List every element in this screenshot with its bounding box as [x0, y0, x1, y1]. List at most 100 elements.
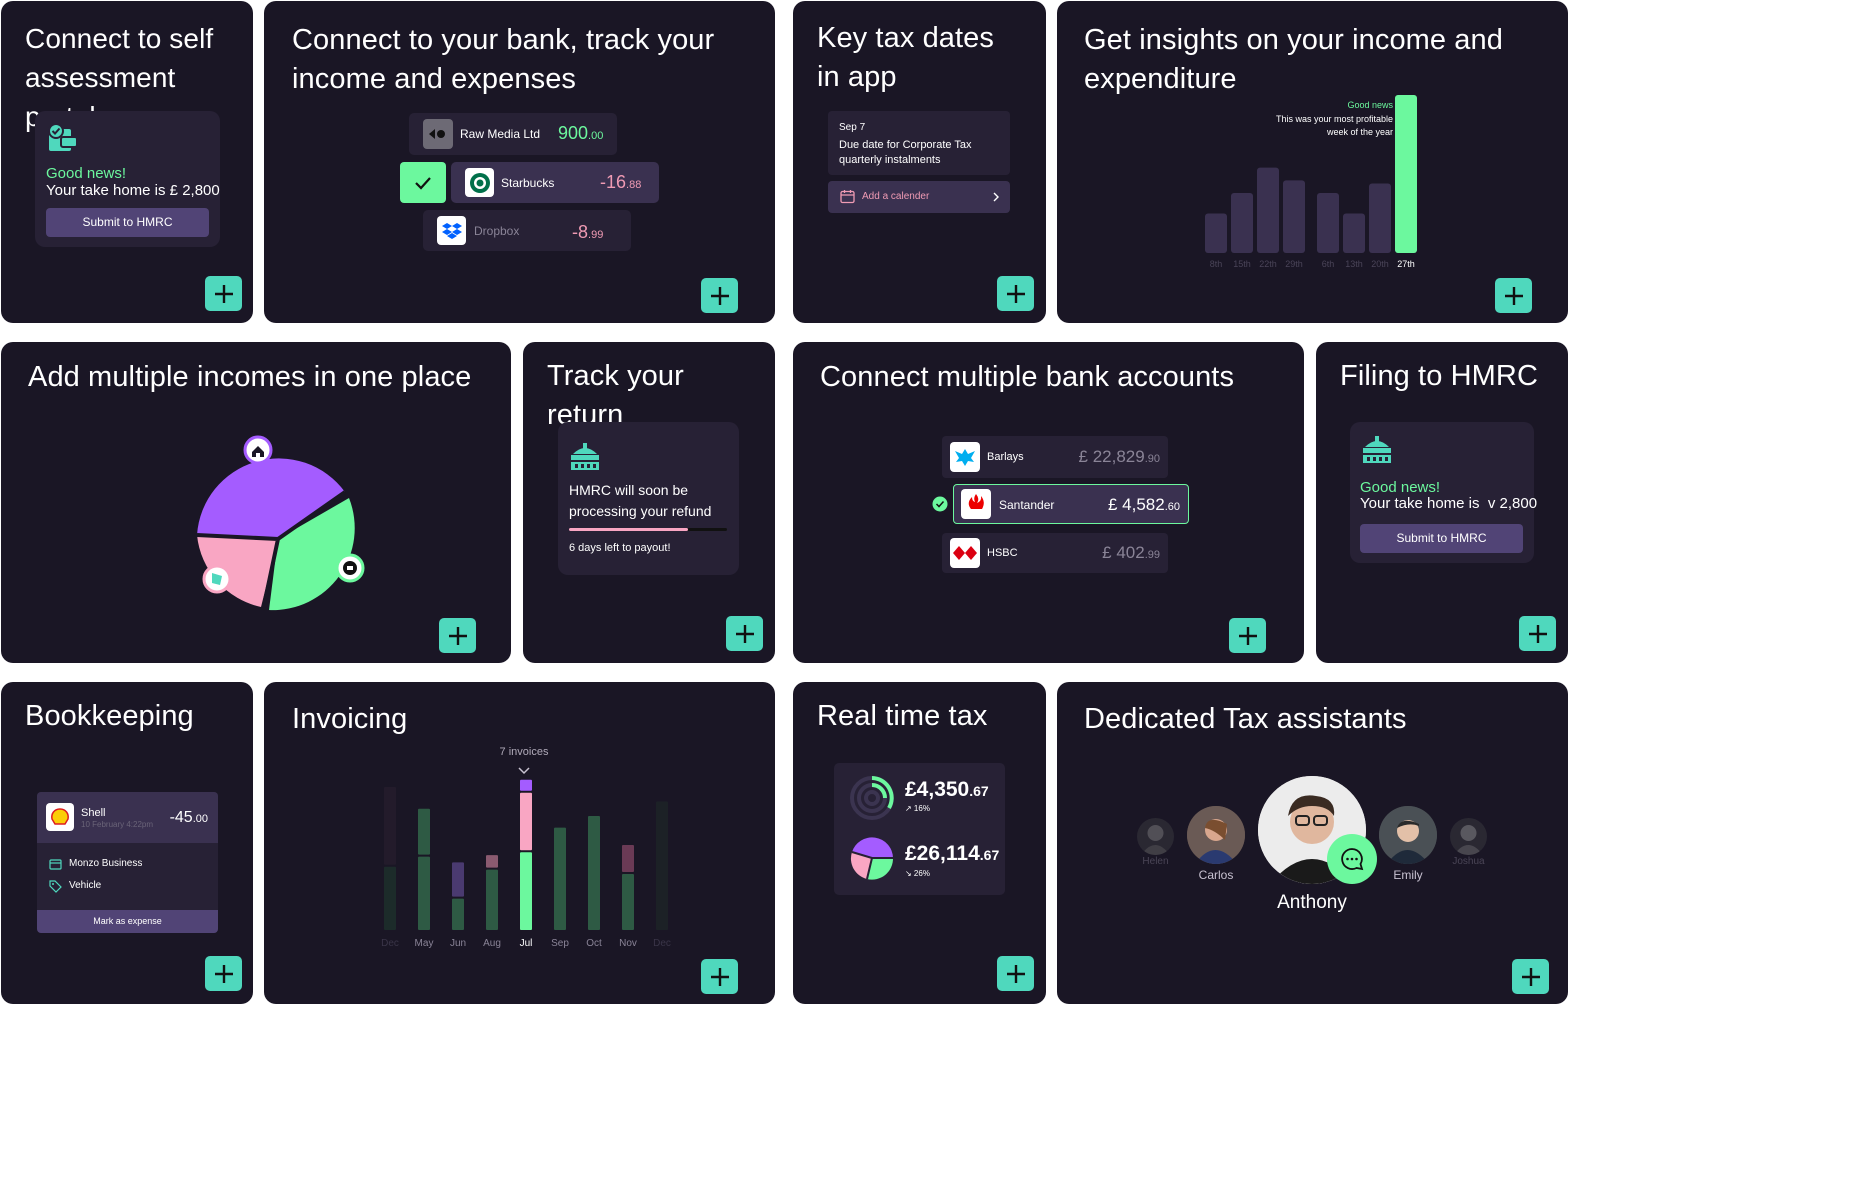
tick-label: Aug [483, 938, 501, 949]
tick-label: Sep [551, 938, 569, 949]
card-title: Add multiple incomes in one place [28, 361, 472, 393]
add-button[interactable] [701, 959, 738, 994]
plus-icon [1521, 967, 1540, 986]
transaction-name: Dropbox [474, 224, 520, 238]
add-button[interactable] [205, 956, 242, 991]
good-news-text: Good news! [46, 165, 127, 182]
card-title: Connect to your bank, track your income … [292, 24, 715, 95]
card-title: Key tax dates in app [817, 22, 995, 93]
submit-hmrc-button[interactable]: Submit to HMRC [46, 208, 209, 237]
deliveroo-badge [202, 564, 232, 594]
take-home-text: Your take home is v 2,800 [1360, 495, 1538, 512]
shell-logo [46, 803, 74, 831]
bank-amount: £ 4,582.60 [1107, 495, 1180, 514]
check-circle-icon [932, 496, 948, 512]
plus-icon [735, 624, 754, 643]
chart-bar-segment [520, 779, 532, 791]
tick-label: 20th [1371, 259, 1389, 269]
assistant-avatar[interactable] [1450, 818, 1487, 855]
assistant-avatar[interactable] [1187, 806, 1245, 864]
plus-icon [710, 286, 729, 305]
chart-bar [1257, 167, 1279, 253]
card-self-assessment: Connect to self assessment portal Good n… [1, 1, 253, 323]
account-name: Monzo Business [69, 858, 143, 869]
mark-expense-button[interactable]: Mark as expense [37, 910, 218, 933]
bank-account-row-selected[interactable]: Santander £ 4,582.60 [953, 484, 1189, 524]
tax-description: Due date for Corporate Tax quarterly ins… [839, 139, 972, 166]
add-button[interactable] [997, 276, 1034, 311]
tick-label: 13th [1345, 259, 1363, 269]
chevron-down-icon [518, 767, 530, 775]
shell-icon [51, 808, 69, 825]
card-title: Bookkeeping [25, 700, 194, 732]
transaction-row: Raw Media Ltd 900.00 [409, 113, 617, 155]
add-button[interactable] [1229, 618, 1266, 653]
person-icon [1141, 825, 1170, 855]
plus-icon [1238, 626, 1257, 645]
tax-stat-value: £26,114.67 [905, 842, 1000, 865]
add-button[interactable] [205, 276, 242, 311]
add-button[interactable] [997, 956, 1034, 991]
add-button[interactable] [1512, 959, 1549, 994]
add-button[interactable] [1495, 278, 1532, 313]
assistant-name: Emily [1393, 868, 1423, 882]
assistant-name: Joshua [1452, 856, 1485, 867]
card-title: Invoicing [292, 703, 408, 735]
check-badge[interactable] [400, 162, 446, 203]
add-calender-label: Add a calender [862, 191, 930, 202]
plus-icon [1006, 964, 1025, 983]
assistant-avatar[interactable] [1379, 806, 1437, 864]
expense-header: Shell 10 February 4:22pm -45.00 [37, 792, 218, 843]
card-title: Connect multiple bank accounts [820, 361, 1235, 393]
tick-label: Dec [653, 938, 671, 949]
tick-label: 6th [1322, 259, 1335, 269]
chart-bar-segment [384, 787, 396, 865]
payout-text: 6 days left to payout! [569, 542, 671, 554]
submit-hmrc-button[interactable]: Submit to HMRC [1360, 524, 1523, 553]
chat-button[interactable] [1327, 834, 1377, 884]
tick-label: 29th [1285, 259, 1303, 269]
take-home-panel: Good news! Your take home is £ 2,800 Sub… [35, 111, 220, 247]
card-insights: Get insights on your income and expendit… [1057, 1, 1568, 323]
transaction-amount: -16.88 [600, 172, 642, 192]
refund-panel: HMRC will soon be processing your refund… [558, 422, 739, 575]
refund-message: HMRC will soon be processing your refund [569, 482, 712, 519]
card-title: Get insights on your income and expendit… [1084, 24, 1503, 95]
chart-bar-segment [622, 874, 634, 930]
calendar-icon [840, 190, 855, 204]
card-tax-dates: Key tax dates in app Sep 7 Due date for … [793, 1, 1046, 323]
tick-label: 8th [1210, 259, 1223, 269]
add-button[interactable] [701, 278, 738, 313]
add-calender-button[interactable]: Add a calender [828, 181, 1010, 213]
wallet-check-icon [48, 123, 78, 151]
bank-account-row[interactable]: HSBC £ 402.99 [942, 533, 1168, 573]
flame-icon [968, 494, 984, 509]
good-news-text: Good news! [1360, 479, 1441, 496]
chart-bar-segment [656, 801, 668, 930]
invoice-annotation: 7 invoices [499, 746, 549, 758]
chart-bar-segment [384, 866, 396, 930]
barclays-logo [950, 442, 980, 472]
assistant-avatar[interactable] [1137, 818, 1174, 855]
tick-label: Dec [381, 938, 399, 949]
assistant-name: Carlos [1198, 868, 1234, 882]
tax-stat-change: ↘ 26% [905, 869, 930, 878]
tick-label: 27th [1397, 259, 1415, 269]
add-button[interactable] [726, 616, 763, 651]
home-badge [243, 435, 273, 465]
bank-account-row[interactable]: Barlays £ 22,829.90 [942, 436, 1168, 478]
raw-media-logo [423, 119, 453, 149]
tick-label: Oct [586, 938, 602, 949]
chat-bubble-icon [1341, 848, 1364, 871]
take-home-text: Your take home is £ 2,800 [46, 182, 220, 199]
person-icon [1187, 806, 1245, 864]
mini-pie-icon [850, 837, 894, 880]
add-button[interactable] [1519, 616, 1556, 651]
chart-bar-segment [418, 808, 430, 855]
chart-bar-segment [622, 845, 634, 872]
tag-icon [49, 880, 62, 893]
add-button[interactable] [439, 618, 476, 653]
tick-label: Nov [619, 938, 637, 949]
chart-bar [1395, 95, 1417, 253]
chart-bar [1283, 180, 1305, 253]
